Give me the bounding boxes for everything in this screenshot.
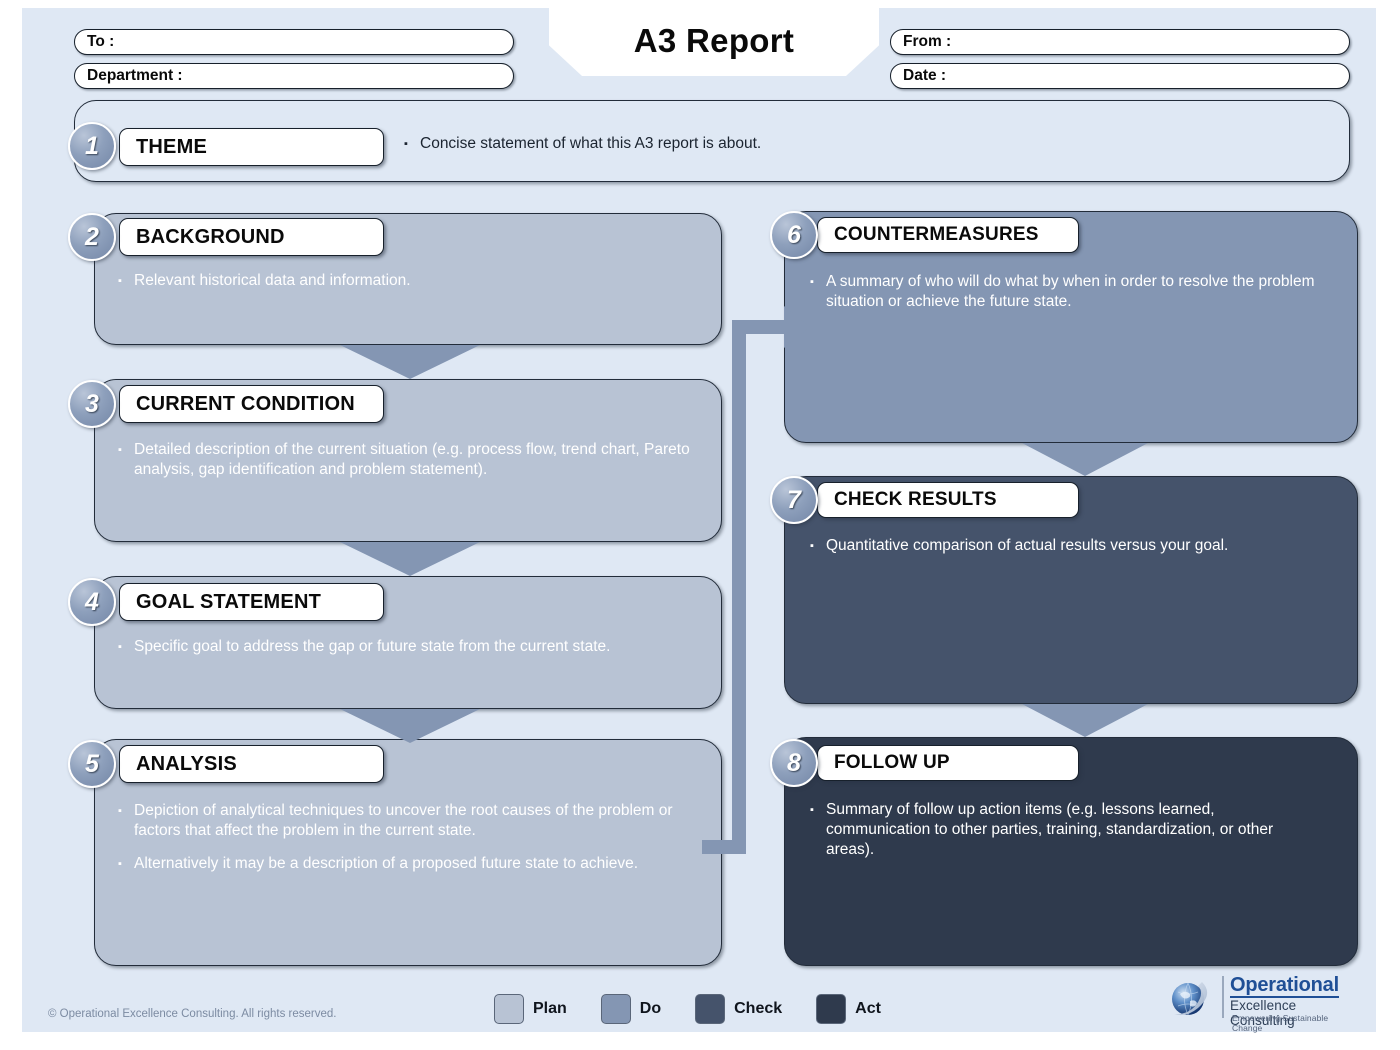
legend-swatch-check xyxy=(695,994,726,1024)
bullet-text: A summary of who will do what by when in… xyxy=(826,273,1315,310)
legend-item-plan: Plan xyxy=(494,994,567,1024)
logo-line-1: Operational xyxy=(1230,974,1339,998)
step-number-1: 1 xyxy=(68,122,116,170)
bullet-text: Alternatively it may be a description of… xyxy=(134,855,639,872)
list-item: ▪ Depiction of analytical techniques to … xyxy=(118,801,678,841)
section-bullets-countermeasures: ▪ A summary of who will do what by when … xyxy=(810,272,1330,325)
step-number-5: 5 xyxy=(68,740,116,788)
bullet-icon: ▪ xyxy=(118,858,122,870)
list-item: ▪ Alternatively it may be a description … xyxy=(118,854,678,874)
bullet-text: Concise statement of what this A3 report… xyxy=(420,135,762,152)
list-item: ▪ Concise statement of what this A3 repo… xyxy=(404,134,964,154)
legend-item-act: Act xyxy=(816,994,881,1024)
section-title-background: BACKGROUND xyxy=(119,218,384,256)
date-field[interactable]: Date : xyxy=(890,63,1350,89)
bullet-text: Quantitative comparison of actual result… xyxy=(826,537,1229,554)
bullet-icon: ▪ xyxy=(810,804,814,816)
section-bullets-goal-statement: ▪ Specific goal to address the gap or fu… xyxy=(118,637,698,670)
section-bullets-theme: ▪ Concise statement of what this A3 repo… xyxy=(404,134,964,167)
legend-item-do: Do xyxy=(600,994,662,1024)
from-field[interactable]: From : xyxy=(890,29,1350,55)
step-number-6: 6 xyxy=(770,211,818,259)
page-title: A3 Report xyxy=(633,22,795,59)
bullet-text: Specific goal to address the gap or futu… xyxy=(134,638,611,655)
section-bullets-analysis: ▪ Depiction of analytical techniques to … xyxy=(118,801,678,887)
section-bullets-check-results: ▪ Quantitative comparison of actual resu… xyxy=(810,536,1330,569)
flow-arrow-down-7-to-8 xyxy=(1022,704,1148,737)
company-logo: Operational Excellence Consulting Empowe… xyxy=(1164,970,1354,1033)
flow-arrow-down-4-to-5 xyxy=(340,709,480,743)
bullet-text: Summary of follow up action items (e.g. … xyxy=(826,801,1274,858)
section-bullets-background: ▪ Relevant historical data and informati… xyxy=(118,271,698,304)
step-number-7: 7 xyxy=(770,476,818,524)
step-number-3: 3 xyxy=(68,380,116,428)
bullet-text: Relevant historical data and information… xyxy=(134,272,411,289)
bullet-icon: ▪ xyxy=(118,444,122,456)
bullet-icon: ▪ xyxy=(118,275,122,287)
section-title-follow-up: FOLLOW UP xyxy=(817,745,1079,781)
section-title-theme: THEME xyxy=(119,128,384,166)
legend-swatch-plan xyxy=(494,994,524,1024)
list-item: ▪ Quantitative comparison of actual resu… xyxy=(810,536,1330,556)
bullet-icon: ▪ xyxy=(810,540,814,552)
to-label: To : xyxy=(87,33,115,50)
legend-item-check: Check xyxy=(695,994,782,1024)
step-number-4: 4 xyxy=(68,578,116,626)
pdca-legend: Plan Do Check Act xyxy=(494,992,974,1026)
logo-divider xyxy=(1222,976,1224,1018)
legend-swatch-do xyxy=(600,994,631,1024)
list-item: ▪ Relevant historical data and informati… xyxy=(118,271,698,291)
section-bullets-current-condition: ▪ Detailed description of the current si… xyxy=(118,440,698,493)
legend-swatch-act xyxy=(816,994,847,1024)
flow-arrow-down-6-to-7 xyxy=(1022,443,1148,476)
a3-report-page: A3 Report To : Department : From : Date … xyxy=(22,8,1376,1033)
section-title-current-condition: CURRENT CONDITION xyxy=(119,385,384,423)
step-number-2: 2 xyxy=(68,213,116,261)
section-title-analysis: ANALYSIS xyxy=(119,745,384,783)
department-field[interactable]: Department : xyxy=(74,63,514,89)
flow-arrow-down-3-to-4 xyxy=(340,542,480,576)
to-field[interactable]: To : xyxy=(74,29,514,55)
date-label: Date : xyxy=(903,67,947,84)
from-label: From : xyxy=(903,33,952,50)
bullet-icon: ▪ xyxy=(118,641,122,653)
bullet-icon: ▪ xyxy=(810,276,814,288)
list-item: ▪ Specific goal to address the gap or fu… xyxy=(118,637,698,657)
bullet-icon: ▪ xyxy=(118,805,122,817)
list-item: ▪ Summary of follow up action items (e.g… xyxy=(810,800,1320,860)
legend-label-do: Do xyxy=(639,1000,662,1017)
section-title-countermeasures: COUNTERMEASURES xyxy=(817,217,1079,253)
legend-label-check: Check xyxy=(734,1000,783,1017)
section-bullets-follow-up: ▪ Summary of follow up action items (e.g… xyxy=(810,800,1320,873)
section-title-check-results: CHECK RESULTS xyxy=(817,482,1079,518)
globe-icon xyxy=(1172,982,1208,1016)
bullet-text: Detailed description of the current situ… xyxy=(134,441,690,478)
list-item: ▪ Detailed description of the current si… xyxy=(118,440,698,480)
flow-arrow-down-2-to-3 xyxy=(340,345,480,379)
bullet-icon: ▪ xyxy=(404,138,408,150)
copyright-text: © Operational Excellence Consulting. All… xyxy=(48,1008,337,1020)
department-label: Department : xyxy=(87,67,183,84)
logo-tagline: Empowering Sustainable Change xyxy=(1232,1013,1329,1033)
list-item: ▪ A summary of who will do what by when … xyxy=(810,272,1330,312)
step-number-8: 8 xyxy=(770,739,818,787)
legend-label-plan: Plan xyxy=(533,1000,567,1017)
bullet-text: Depiction of analytical techniques to un… xyxy=(134,802,673,839)
legend-label-act: Act xyxy=(855,1000,881,1017)
section-title-goal-statement: GOAL STATEMENT xyxy=(119,583,384,621)
